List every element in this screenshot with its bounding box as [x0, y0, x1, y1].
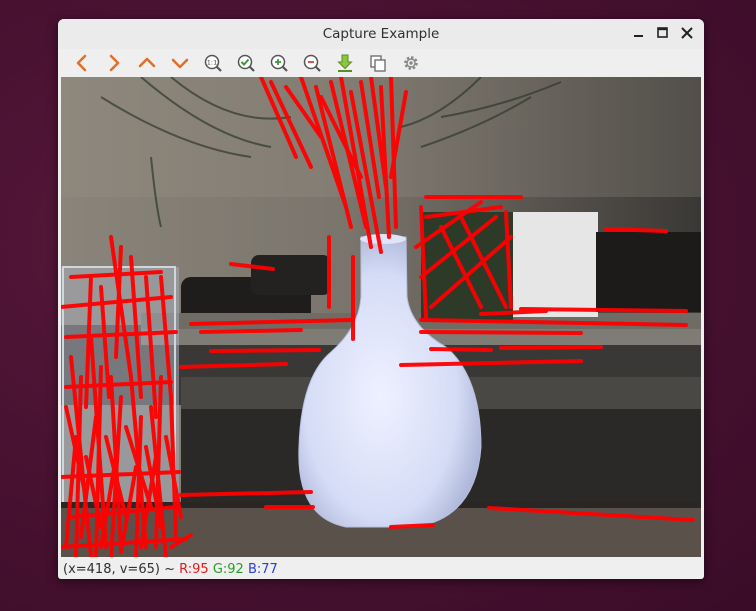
minimize-icon	[634, 35, 643, 37]
save-image-button[interactable]	[334, 52, 356, 74]
blue-value: B:77	[247, 562, 278, 577]
zoom-out-icon	[303, 54, 321, 72]
title-bar[interactable]: Capture Example	[58, 19, 704, 49]
copy-icon	[370, 55, 386, 72]
window-title: Capture Example	[322, 26, 440, 42]
pan-left-button[interactable]	[71, 52, 93, 74]
arrow-up-icon	[138, 57, 156, 68]
arrow-left-icon	[76, 54, 87, 72]
arrow-down-icon	[171, 58, 189, 69]
toolbar: 1:1	[58, 50, 704, 76]
pan-up-button[interactable]	[136, 52, 158, 74]
zoom-in-icon	[270, 54, 288, 72]
zoom-fit-button[interactable]	[235, 52, 257, 74]
red-value: R:95	[179, 562, 209, 577]
gear-icon	[404, 56, 418, 70]
zoom-fit-icon	[237, 54, 255, 72]
green-value: G:92	[212, 562, 244, 577]
status-bar: (x=418, v=65) ~ R:95 G:92 B:77	[58, 560, 704, 579]
properties-button[interactable]	[400, 52, 422, 74]
close-icon	[681, 27, 693, 39]
image-viewport[interactable]	[61, 77, 701, 557]
camera-frame-image	[61, 77, 701, 557]
zoom-in-button[interactable]	[268, 52, 290, 74]
pan-down-button[interactable]	[169, 52, 191, 74]
capture-window: Capture Example 1:1 (x=418, v=65) ~ R:95…	[58, 19, 704, 579]
zoom-original-button[interactable]: 1:1	[202, 52, 224, 74]
svg-text:1:1: 1:1	[207, 59, 217, 67]
cursor-coordinates: (x=418, v=65) ~	[63, 562, 175, 577]
copy-image-button[interactable]	[367, 52, 389, 74]
download-icon	[337, 54, 353, 72]
maximize-button[interactable]	[655, 25, 671, 41]
maximize-icon	[657, 27, 668, 38]
minimize-button[interactable]	[631, 25, 647, 41]
arrow-right-icon	[109, 54, 120, 72]
pan-right-button[interactable]	[103, 52, 125, 74]
zoom-original-icon: 1:1	[204, 54, 222, 72]
close-button[interactable]	[679, 25, 695, 41]
zoom-out-button[interactable]	[301, 52, 323, 74]
